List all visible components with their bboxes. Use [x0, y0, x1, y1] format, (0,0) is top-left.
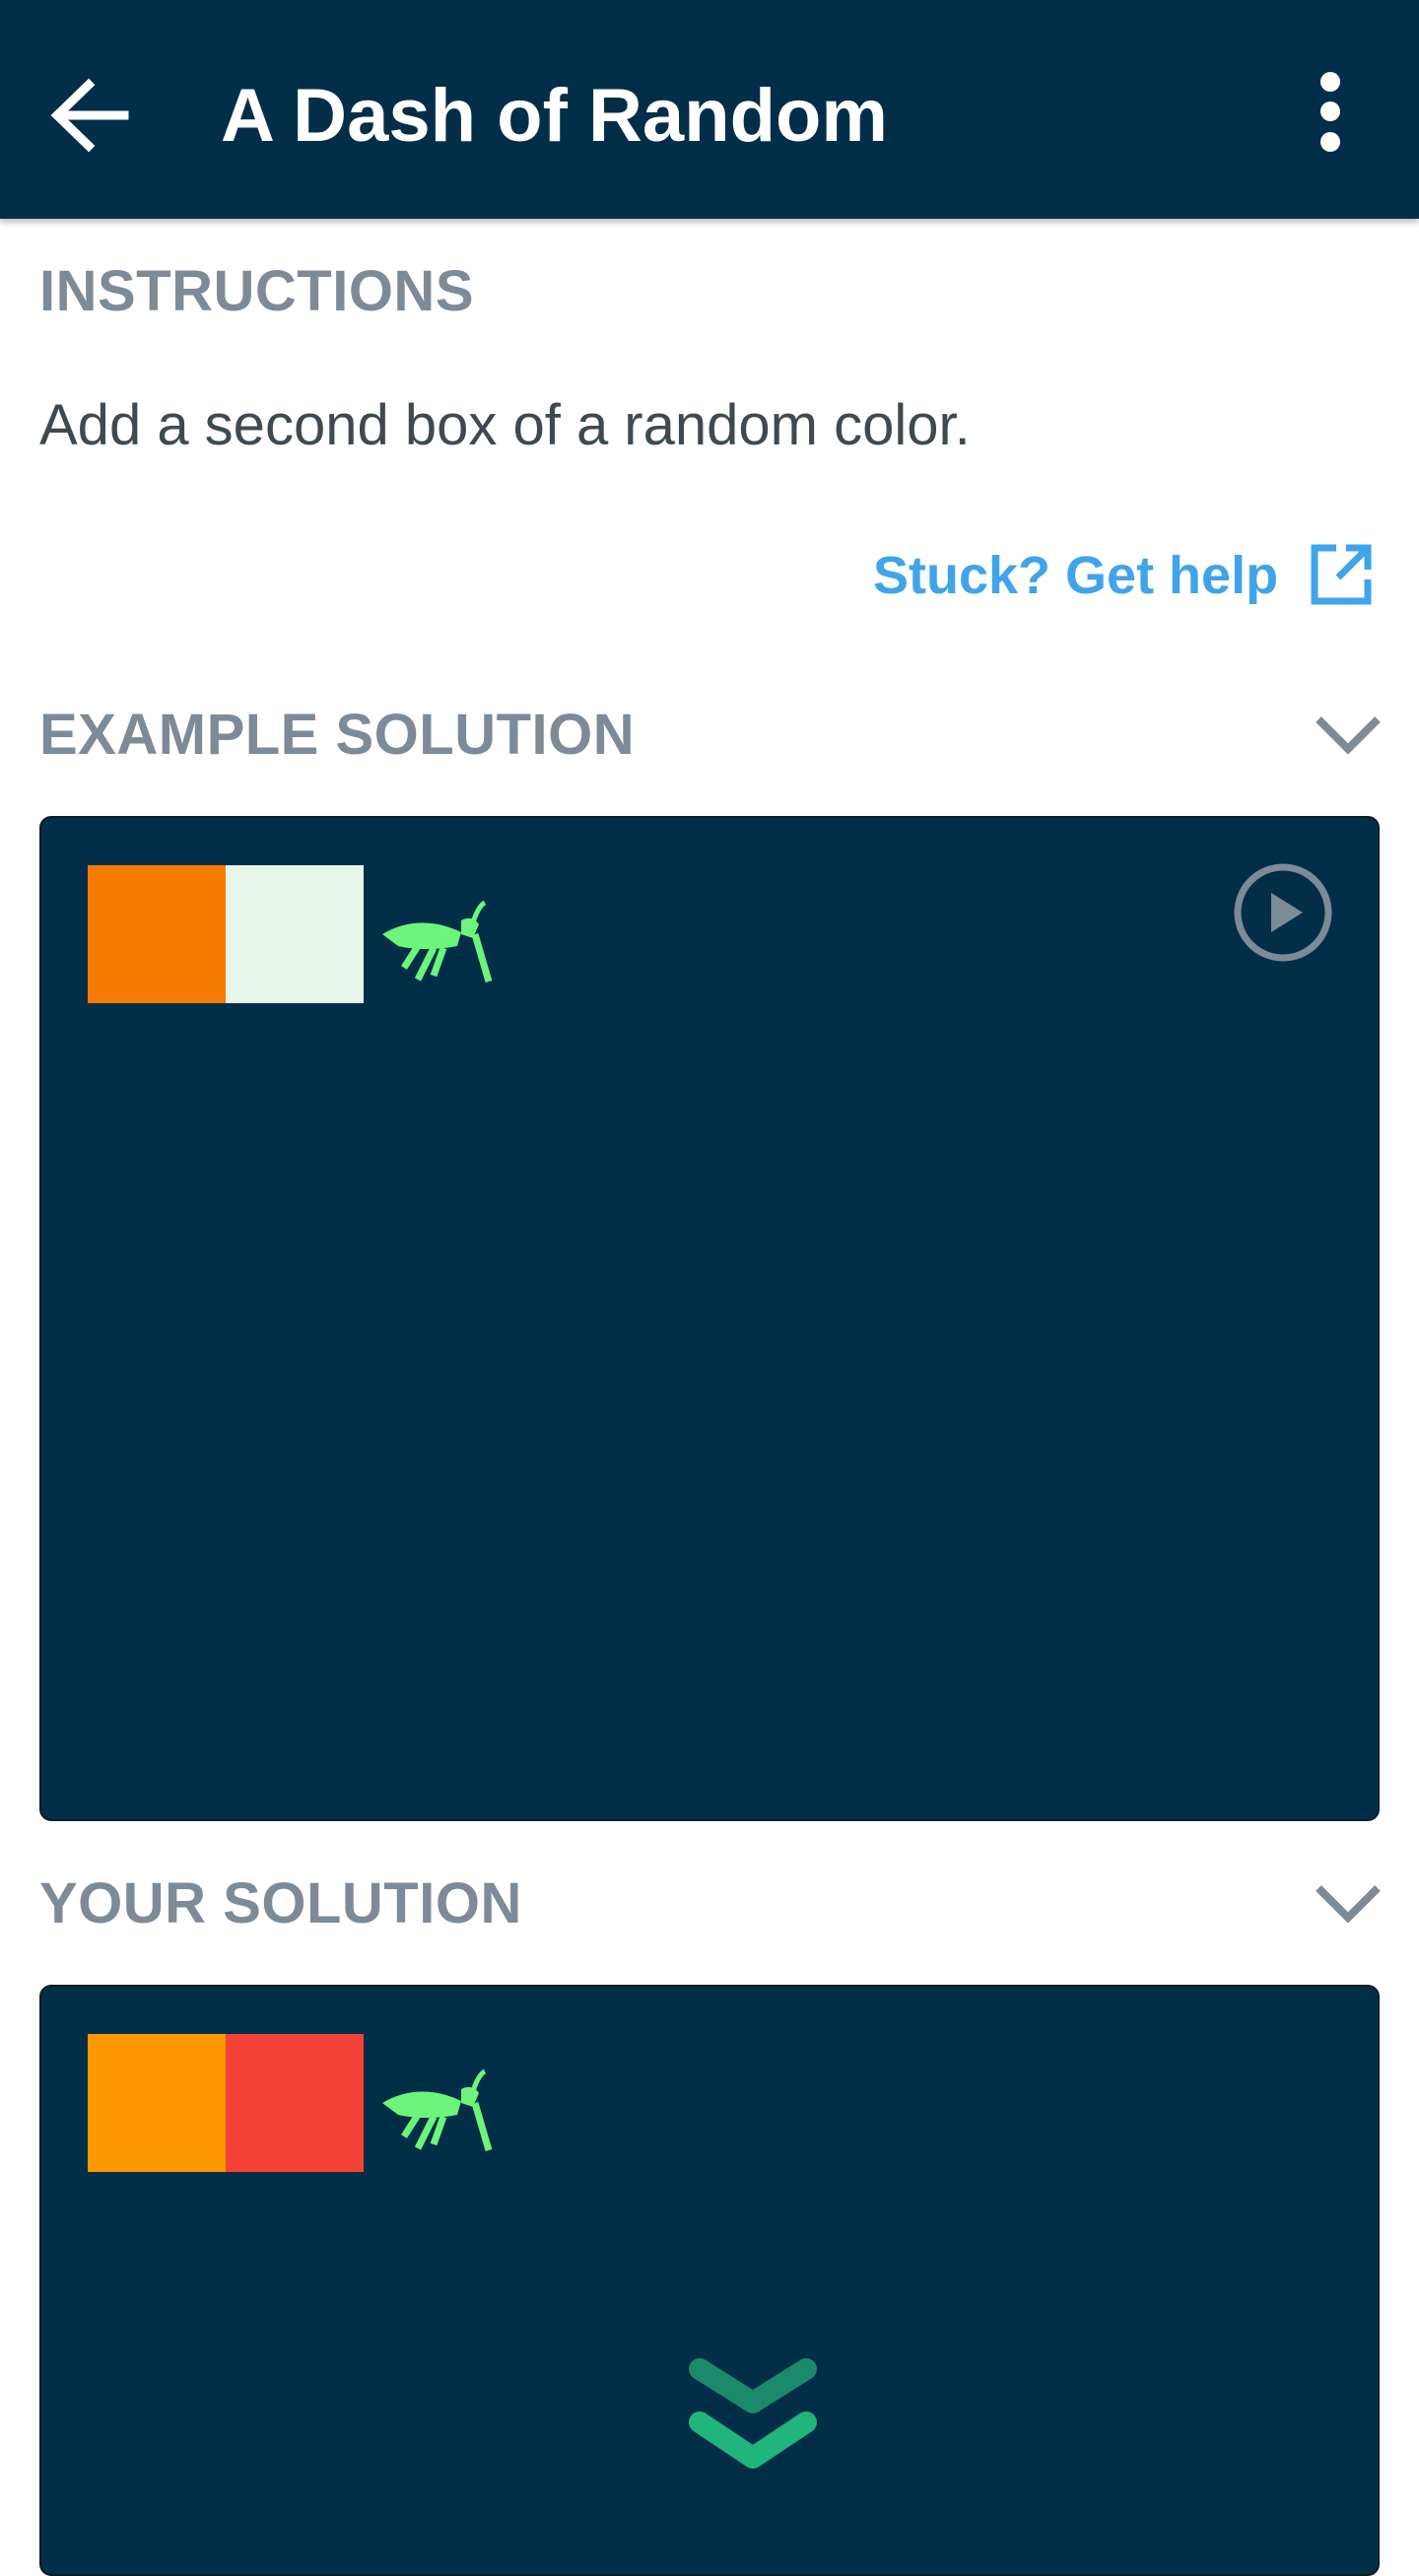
play-circle-icon [1234, 863, 1332, 962]
your-solution-heading: YOUR SOLUTION [39, 1871, 522, 1935]
arrow-back-icon [50, 78, 129, 153]
get-help-link[interactable]: Stuck? Get help [873, 540, 1278, 611]
scroll-down-button[interactable] [682, 2351, 824, 2481]
grasshopper-icon [378, 2068, 493, 2152]
grasshopper-icon [378, 899, 493, 983]
example-collapse-button[interactable] [1313, 710, 1384, 759]
example-box-1 [88, 865, 226, 1003]
double-chevron-down-icon [689, 2358, 817, 2469]
chevron-down-icon [1316, 1885, 1381, 1924]
open-external-icon[interactable] [1307, 540, 1376, 609]
back-button[interactable] [37, 61, 146, 169]
your-box-1 [88, 2034, 226, 2172]
example-box-2 [226, 865, 364, 1003]
your-box-2 [226, 2034, 364, 2172]
app-bar: A Dash of Random [0, 0, 1419, 219]
your-collapse-button[interactable] [1313, 1878, 1384, 1928]
more-vert-icon [1320, 72, 1340, 152]
chevron-down-icon [1316, 716, 1381, 755]
play-button[interactable] [1232, 861, 1334, 964]
instructions-heading: INSTRUCTIONS [39, 259, 474, 323]
more-options-button[interactable] [1291, 61, 1370, 169]
example-solution-heading: EXAMPLE SOLUTION [39, 703, 636, 767]
instructions-text: Add a second box of a random color. [39, 393, 971, 457]
your-solution-canvas [39, 1985, 1380, 2576]
page-title: A Dash of Random [221, 74, 888, 158]
example-solution-canvas [39, 816, 1380, 1821]
